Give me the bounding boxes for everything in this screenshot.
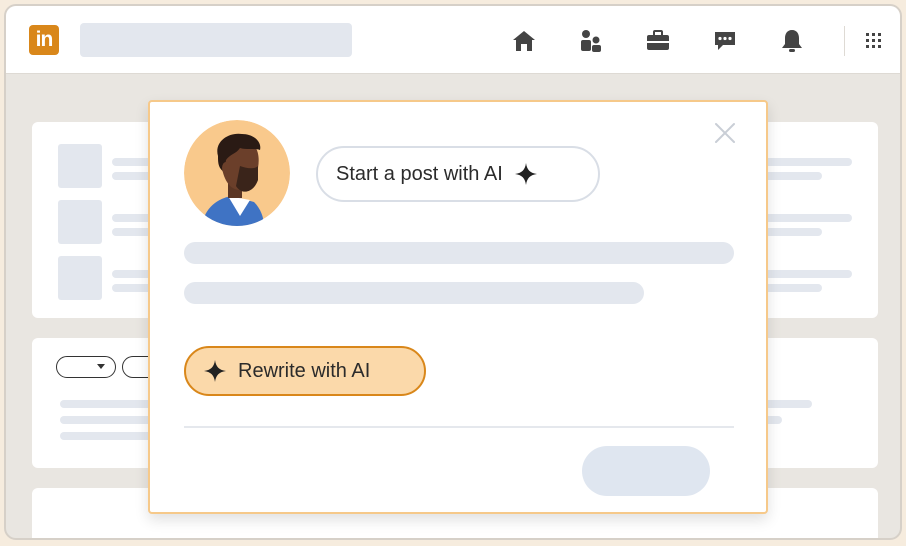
post-text-placeholder <box>184 242 734 264</box>
start-post-with-ai-button[interactable]: Start a post with AI <box>316 146 600 202</box>
messaging-icon[interactable] <box>711 28 739 54</box>
text-placeholder <box>112 228 152 236</box>
text-placeholder <box>112 172 152 180</box>
text-placeholder <box>112 270 152 278</box>
ai-post-dialog: Start a post with AI Rewrite with AI <box>148 100 768 514</box>
search-input[interactable] <box>80 23 352 57</box>
dialog-divider <box>184 426 734 428</box>
thumbnail-placeholder <box>58 144 102 188</box>
text-placeholder <box>762 172 822 180</box>
avatar <box>184 120 290 226</box>
my-network-icon[interactable] <box>577 28 605 54</box>
app-window: in Start a post with AI Rewrite with AI <box>4 4 902 540</box>
notifications-icon[interactable] <box>778 28 806 54</box>
post-text-placeholder <box>184 282 644 304</box>
top-nav-bar: in <box>6 6 900 74</box>
text-placeholder <box>60 432 160 440</box>
sparkle-icon <box>204 360 226 382</box>
sparkle-icon <box>514 163 537 185</box>
jobs-icon[interactable] <box>644 28 672 54</box>
home-icon[interactable] <box>510 28 538 54</box>
text-placeholder <box>112 214 152 222</box>
apps-grid-icon[interactable] <box>860 28 888 54</box>
rewrite-label: Rewrite with AI <box>238 359 371 382</box>
text-placeholder <box>762 284 822 292</box>
linkedin-logo[interactable]: in <box>29 25 59 55</box>
thumbnail-placeholder <box>58 256 102 300</box>
thumbnail-placeholder <box>58 200 102 244</box>
text-placeholder <box>112 284 152 292</box>
text-placeholder <box>60 416 160 424</box>
text-placeholder <box>762 158 852 166</box>
nav-divider <box>844 26 845 56</box>
post-button[interactable] <box>582 446 710 496</box>
close-icon[interactable] <box>710 118 740 148</box>
text-placeholder <box>60 400 160 408</box>
text-placeholder <box>762 228 822 236</box>
text-placeholder <box>762 400 812 408</box>
filter-dropdown[interactable] <box>56 356 116 378</box>
text-placeholder <box>762 270 852 278</box>
text-placeholder <box>112 158 152 166</box>
rewrite-with-ai-button[interactable]: Rewrite with AI <box>184 346 426 396</box>
start-post-label: Start a post with AI <box>336 162 503 185</box>
text-placeholder <box>762 214 852 222</box>
